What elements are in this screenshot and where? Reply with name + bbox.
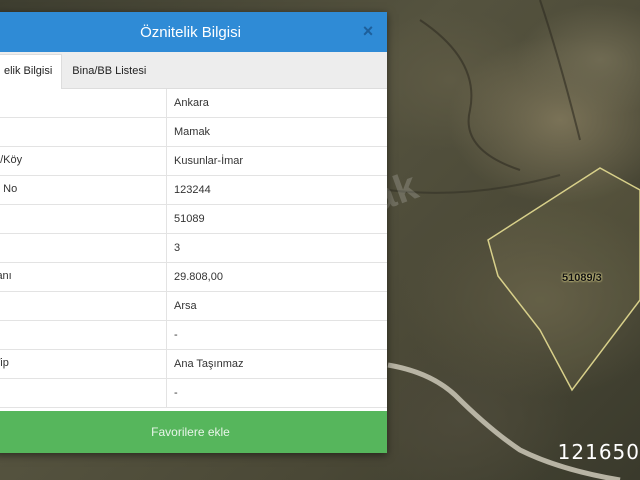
table-row: Mamak	[0, 117, 387, 147]
tab-building-list[interactable]: Bina/BB Listesi	[62, 54, 156, 88]
attribute-key-cell	[0, 233, 167, 263]
attribute-key-cell	[0, 89, 167, 118]
attribute-key-cell: lanı	[0, 262, 167, 292]
close-icon[interactable]: ×	[359, 22, 377, 40]
attribute-value: 123244	[166, 175, 387, 205]
tab-label: Bina/BB Listesi	[72, 65, 147, 77]
attribute-key: e/Köy	[0, 154, 23, 166]
attribute-value: Arsa	[166, 291, 387, 321]
attribute-key-cell: e No	[0, 175, 167, 205]
attribute-info-dialog: Öznitelik Bilgisi × elik Bilgisi Bina/BB…	[0, 12, 387, 453]
attribute-key-cell: e/Köy	[0, 146, 167, 176]
attribute-table: AnkaraMamak e/Köy Kusunlar-İmar e No 1232445…	[0, 89, 387, 408]
attribute-value: Kusunlar-İmar	[166, 146, 387, 176]
table-row: e/Köy Kusunlar-İmar	[0, 146, 387, 176]
tab-attribute-info[interactable]: elik Bilgisi	[0, 54, 63, 89]
table-row: 3	[0, 233, 387, 263]
attribute-key: Tip	[0, 357, 9, 369]
tab-label: elik Bilgisi	[4, 65, 53, 77]
attribute-key-cell	[0, 204, 167, 234]
table-row: -	[0, 320, 387, 350]
table-row: -	[0, 378, 387, 408]
attribute-key: lanı	[0, 270, 12, 282]
attribute-value: Mamak	[166, 117, 387, 147]
map-corner-number: 121650	[557, 440, 640, 464]
parcel-number-label: 51089/3	[562, 272, 602, 284]
attribute-value: -	[166, 378, 387, 408]
attribute-value: 29.808,00	[166, 262, 387, 292]
table-row: Tip Ana Taşınmaz	[0, 349, 387, 379]
attribute-value: 3	[166, 233, 387, 263]
attribute-key-cell	[0, 117, 167, 147]
dialog-tabs: elik Bilgisi Bina/BB Listesi	[0, 52, 387, 89]
add-to-favorites-button[interactable]: Favorilere ekle	[0, 411, 387, 453]
attribute-key-cell	[0, 378, 167, 408]
table-row: e No 123244	[0, 175, 387, 205]
table-row: Ankara	[0, 89, 387, 118]
attribute-value: Ana Taşınmaz	[166, 349, 387, 379]
attribute-key-cell	[0, 320, 167, 350]
attribute-key-cell: Tip	[0, 349, 167, 379]
dialog-title: Öznitelik Bilgisi	[140, 23, 241, 41]
attribute-value: Ankara	[166, 89, 387, 118]
attribute-key: e No	[0, 183, 18, 195]
attribute-value: 51089	[166, 204, 387, 234]
attribute-key-cell	[0, 291, 167, 321]
attribute-value: -	[166, 320, 387, 350]
table-row: lanı 29.808,00	[0, 262, 387, 292]
table-row: Arsa	[0, 291, 387, 321]
table-row: 51089	[0, 204, 387, 234]
dialog-header: Öznitelik Bilgisi ×	[0, 12, 387, 52]
